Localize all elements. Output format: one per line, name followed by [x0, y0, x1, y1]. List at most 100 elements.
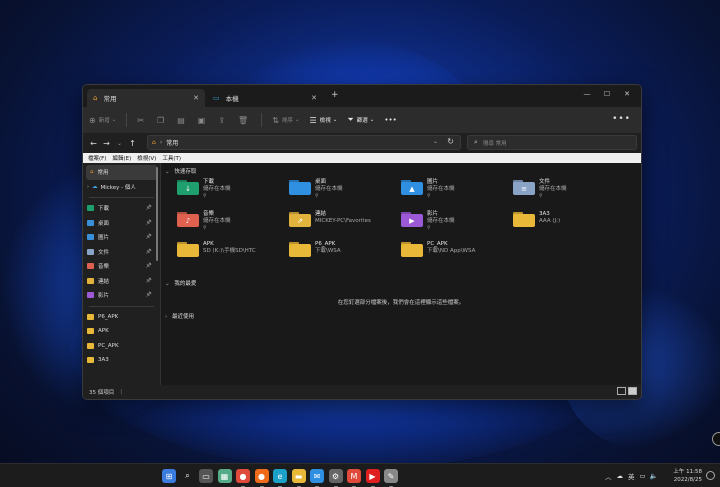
quick-access-item[interactable]: ≡ 文件 儲存在本機 ⚲: [513, 179, 623, 200]
rename-button[interactable]: ▣: [198, 116, 209, 125]
quick-access-header[interactable]: ⌄ 快速存取: [165, 167, 196, 175]
favorites-header[interactable]: ⌄ 我的最愛: [165, 279, 196, 287]
widgets-icon[interactable]: ▦: [217, 469, 232, 483]
sidebar-item-pictures[interactable]: 圖片 📌: [83, 230, 160, 245]
clock[interactable]: 上午 11:58 2022/8/25: [673, 468, 702, 484]
firefox-icon[interactable]: ●: [254, 469, 269, 487]
tab-this-pc[interactable]: ▭ 本機 ✕: [207, 89, 323, 107]
sidebar-item-music[interactable]: 音樂 📌: [83, 259, 160, 274]
sidebar-item-desktop[interactable]: 桌面 📌: [83, 216, 160, 231]
toolbar-divider: [261, 113, 263, 127]
paint-icon[interactable]: ✎: [384, 469, 398, 487]
network-icon[interactable]: ▭: [640, 472, 646, 480]
sidebar-item-onedrive[interactable]: › ☁ Mickey - 個人: [83, 180, 160, 195]
sidebar-item-folder[interactable]: P6_APK: [83, 310, 160, 325]
maximize-button[interactable]: ☐: [597, 87, 617, 101]
quick-access-item[interactable]: 桌面 儲存在本機 ⚲: [289, 179, 399, 200]
item-location: MICKEY-PC\Favorites: [315, 218, 371, 224]
recent-header[interactable]: › 最近使用: [165, 312, 194, 320]
volume-icon[interactable]: 🔈: [650, 472, 658, 480]
menu-edit[interactable]: 編輯(E): [112, 154, 131, 162]
sidebar-item-folder[interactable]: APK: [83, 324, 160, 339]
notification-icon[interactable]: [706, 471, 715, 480]
chevron-up-icon[interactable]: ︿: [605, 471, 612, 481]
recent-locations-button[interactable]: ⌄: [113, 140, 126, 147]
quick-access-item[interactable]: ▲ 圖片 儲存在本機 ⚲: [401, 179, 511, 200]
cloud-icon[interactable]: ☁: [617, 472, 624, 480]
side-edge-button[interactable]: [712, 432, 720, 446]
quick-access-item[interactable]: ↓ 下載 儲存在本機 ⚲: [177, 179, 287, 200]
sidebar-item-links[interactable]: 連結 📌: [83, 274, 160, 289]
large-icons-view-icon[interactable]: [628, 387, 637, 395]
close-window-button[interactable]: ✕: [617, 87, 637, 101]
ime-indicator[interactable]: 英: [628, 471, 635, 481]
copy-button[interactable]: ❐: [157, 116, 167, 125]
folder-icon: [513, 211, 535, 227]
sidebar-item-download[interactable]: 下載 📌: [83, 201, 160, 216]
details-pane-button[interactable]: •••: [612, 114, 631, 124]
address-bar[interactable]: ⌂ › 常用 ⌄ ↻: [147, 135, 461, 150]
cut-button[interactable]: ✂: [137, 116, 147, 125]
sidebar-item-documents[interactable]: 文件 📌: [83, 245, 160, 260]
sort-button[interactable]: ⇅ 排序 ⌄: [272, 116, 299, 125]
new-tab-button[interactable]: +: [331, 90, 339, 100]
folder-icon: [289, 241, 311, 257]
menu-view[interactable]: 檢視(V): [137, 154, 156, 162]
desktop-icon: [87, 219, 94, 226]
menu-tools[interactable]: 工具(T): [162, 154, 181, 162]
more-options-button[interactable]: •••: [384, 116, 396, 124]
delete-button[interactable]: 🗑: [238, 116, 251, 125]
quick-access-item[interactable]: PC_APK 下載\ND App\WSA: [401, 241, 511, 257]
tab-label: 常用: [103, 95, 117, 103]
chevron-down-icon: ⌄: [111, 117, 117, 123]
youtube-icon[interactable]: ▶: [365, 469, 380, 487]
up-button[interactable]: ↑: [126, 139, 139, 148]
tab-home[interactable]: ⌂ 常用 ✕: [87, 89, 205, 107]
item-location: 儲存在本機: [203, 218, 231, 224]
close-tab-icon[interactable]: ✕: [193, 94, 199, 102]
chevron-down-icon: ⌄: [369, 117, 375, 123]
pin-icon: 📌: [145, 263, 152, 270]
close-tab-icon[interactable]: ✕: [311, 94, 317, 102]
search-icon: ⌕: [474, 138, 478, 146]
edge-icon[interactable]: e: [273, 469, 287, 487]
quick-access-item[interactable]: ♪ 音樂 儲存在本機 ⚲: [177, 211, 287, 232]
file-explorer-icon[interactable]: ▬: [291, 469, 306, 487]
item-name: PC_APK: [427, 241, 448, 247]
gmail-icon[interactable]: M: [347, 469, 361, 487]
chrome-icon[interactable]: ●: [236, 469, 250, 487]
sidebar-item-folder[interactable]: PC_APK: [83, 339, 160, 354]
forward-button[interactable]: →: [100, 139, 113, 148]
download-folder-icon: ↓: [177, 179, 199, 195]
details-view-icon[interactable]: [617, 387, 626, 395]
minimize-button[interactable]: —: [577, 87, 597, 101]
search-icon[interactable]: ⌕: [181, 469, 195, 483]
back-button[interactable]: ←: [87, 139, 100, 148]
mail-icon[interactable]: ✉: [310, 469, 324, 487]
sidebar-item-videos[interactable]: 影片 📌: [83, 288, 160, 303]
sidebar-item-home[interactable]: ⌂ 常用: [86, 165, 157, 180]
menu-file[interactable]: 檔案(F): [88, 154, 106, 162]
view-label: 檢視: [319, 118, 331, 124]
quick-access-item[interactable]: ▶ 影片 儲存在本機 ⚲: [401, 211, 511, 232]
view-button[interactable]: ☰ 檢視 ⌄: [310, 116, 338, 125]
sidebar-scrollbar[interactable]: [156, 167, 158, 261]
quick-access-item[interactable]: APK SD (K:)\手機SD\HTC: [177, 241, 287, 257]
sidebar-item-folder[interactable]: 3A3: [83, 353, 160, 368]
new-button[interactable]: ⊕ 新增 ⌄: [89, 116, 116, 125]
filter-button[interactable]: ⏷ 篩選 ⌄: [347, 115, 374, 125]
settings-icon[interactable]: ⚙: [328, 469, 343, 487]
start-icon[interactable]: ⊞: [162, 469, 176, 483]
quick-access-item[interactable]: P6_APK 下載\WSA: [289, 241, 399, 257]
chevron-down-icon[interactable]: ⌄: [433, 138, 438, 145]
cloud-icon: ☁: [92, 183, 98, 190]
paste-button[interactable]: ▤: [177, 116, 188, 125]
sidebar-item-label: APK: [98, 328, 109, 335]
taskbar: ︿ ☁ 英 ▭ 🔈 上午 11:58 2022/8/25 ⊞ ⌕ ▭ ▦ ● ● e ▬ ✉ ⚙ M…: [0, 463, 720, 487]
refresh-icon[interactable]: ↻: [447, 137, 454, 146]
task-view-icon[interactable]: ▭: [199, 469, 213, 483]
quick-access-item[interactable]: ⇗ 連結 MICKEY-PC\Favorites: [289, 211, 399, 227]
quick-access-item[interactable]: 3A3 AAA (J:): [513, 211, 623, 227]
share-button[interactable]: ⇪: [218, 116, 228, 125]
search-input[interactable]: ⌕ 搜尋 常用: [467, 135, 637, 150]
